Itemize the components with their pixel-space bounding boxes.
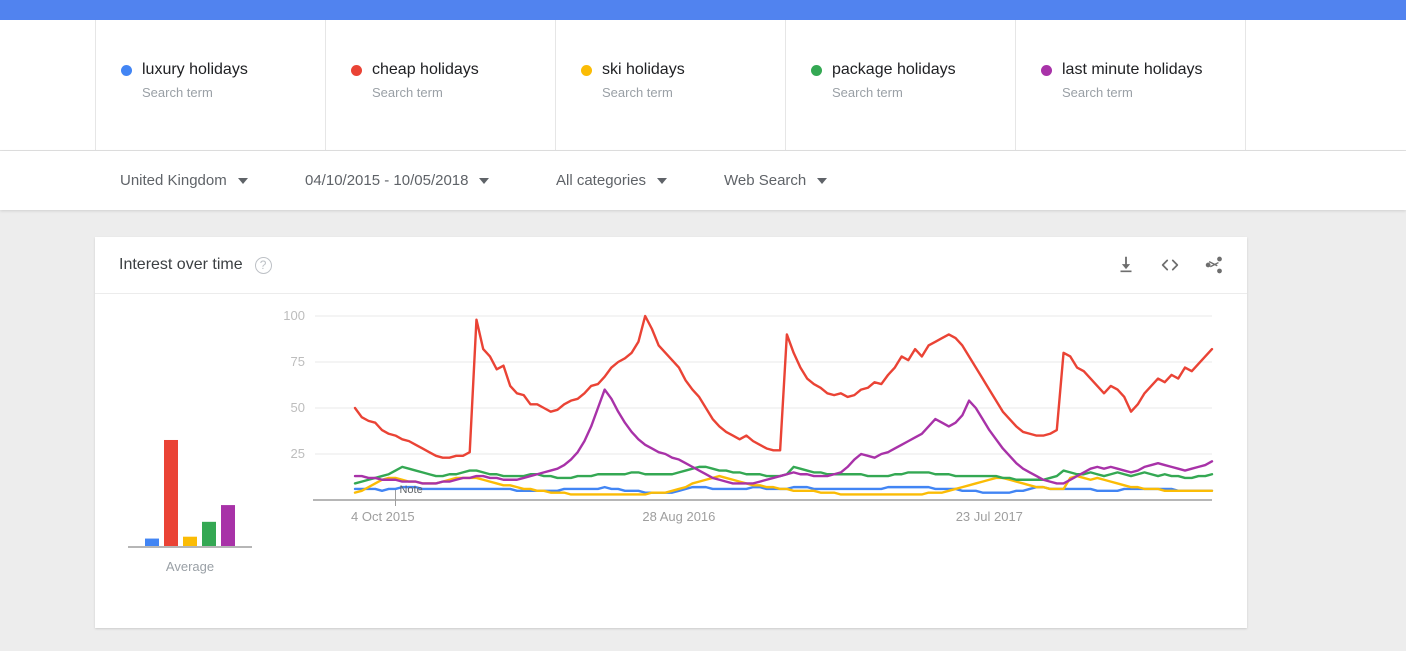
average-axis-label: Average <box>165 559 215 574</box>
share-icon[interactable] <box>1203 254 1225 276</box>
y-axis-tick-label: 100 <box>283 308 305 323</box>
legend-subtitle-4: Search term <box>1062 85 1133 100</box>
y-axis-tick-label: 50 <box>291 400 305 415</box>
note-annotation-label[interactable]: Note <box>399 484 422 496</box>
chevron-down-icon <box>657 177 668 184</box>
page-title: Interest over time <box>119 256 243 273</box>
category-filter-label: All categories <box>556 172 647 189</box>
legend-subtitle-0: Search term <box>142 85 213 100</box>
timeseries-svg: 25 50 75 100 4 Oct 2015 28 Aug 2016 23 Jul 201… <box>283 308 1214 524</box>
legend-term-1: cheap holidays <box>372 61 479 78</box>
average-bar <box>202 521 216 546</box>
legend-card-2[interactable]: ski holidays Search term <box>555 20 785 150</box>
y-axis-tick-label: 25 <box>291 446 305 461</box>
y-axis-tick-label: 75 <box>291 354 305 369</box>
chevron-down-icon <box>237 177 248 184</box>
date-range-filter[interactable]: 04/10/2015 - 10/05/2018 <box>305 172 490 189</box>
timeseries-plot[interactable]: 25 50 75 100 4 Oct 2015 28 Aug 2016 23 Jul 201… <box>245 294 1247 627</box>
help-icon[interactable]: ? <box>254 256 272 274</box>
interest-over-time-card: Interest over time ? Average 25 50 75 10… <box>95 237 1247 628</box>
legend-card-4[interactable]: last minute holidays Search term <box>1015 20 1245 150</box>
average-bar <box>183 536 197 546</box>
search-type-filter[interactable]: Web Search <box>724 172 828 189</box>
legend-term-2: ski holidays <box>602 61 685 78</box>
search-type-filter-label: Web Search <box>724 172 807 189</box>
x-axis-tick-label: 23 Jul 2017 <box>956 509 1023 524</box>
embed-code-icon[interactable] <box>1159 254 1181 276</box>
chevron-down-icon <box>817 177 828 184</box>
card-header: Interest over time ? <box>95 237 1247 294</box>
region-filter-label: United Kingdom <box>120 172 227 189</box>
average-bar <box>164 439 178 546</box>
filter-bar: United Kingdom 04/10/2015 - 10/05/2018 A… <box>0 151 1406 210</box>
series-line <box>353 474 1214 496</box>
card-actions <box>1115 254 1225 276</box>
region-filter[interactable]: United Kingdom <box>120 172 248 189</box>
chart-body: Average 25 50 75 100 4 Oct 2015 28 Aug 2016 23… <box>95 294 1247 627</box>
legend-row: ski holidays <box>581 60 785 80</box>
legend-right-spacer <box>1245 20 1406 150</box>
x-axis-tick-label: 28 Aug 2016 <box>642 509 715 524</box>
legend-row: last minute holidays <box>1041 60 1245 80</box>
series-color-dot-3 <box>811 64 822 76</box>
download-icon[interactable] <box>1115 254 1137 276</box>
legend-term-3: package holidays <box>832 61 956 78</box>
legend-card-0[interactable]: luxury holidays Search term <box>95 20 325 150</box>
chevron-down-icon <box>479 177 490 184</box>
average-bars-svg <box>128 439 252 548</box>
average-bar-chart: Average <box>120 374 260 574</box>
legend-row: luxury holidays <box>121 60 325 80</box>
top-app-bar <box>0 0 1406 20</box>
legend-card-1[interactable]: cheap holidays Search term <box>325 20 555 150</box>
series-color-dot-0 <box>121 64 132 76</box>
average-bar <box>145 538 159 546</box>
main-content: Interest over time ? Average 25 50 75 10… <box>0 210 1406 651</box>
legend-term-4: last minute holidays <box>1062 61 1203 78</box>
legend-row: package holidays <box>811 60 1015 80</box>
legend-subtitle-1: Search term <box>372 85 443 100</box>
legend-subtitle-2: Search term <box>602 85 673 100</box>
date-range-filter-label: 04/10/2015 - 10/05/2018 <box>305 172 469 189</box>
series-line <box>353 314 1214 459</box>
legend-card-3[interactable]: package holidays Search term <box>785 20 1015 150</box>
series-color-dot-2 <box>581 64 592 76</box>
series-color-dot-1 <box>351 64 362 76</box>
average-bar <box>221 505 235 546</box>
x-axis-tick-label: 4 Oct 2015 <box>351 509 415 524</box>
legend-strip: luxury holidays Search term cheap holida… <box>0 20 1406 151</box>
category-filter[interactable]: All categories <box>556 172 668 189</box>
legend-subtitle-3: Search term <box>832 85 903 100</box>
legend-left-spacer <box>0 20 95 150</box>
legend-term-0: luxury holidays <box>142 61 248 78</box>
legend-row: cheap holidays <box>351 60 555 80</box>
series-color-dot-4 <box>1041 64 1052 76</box>
